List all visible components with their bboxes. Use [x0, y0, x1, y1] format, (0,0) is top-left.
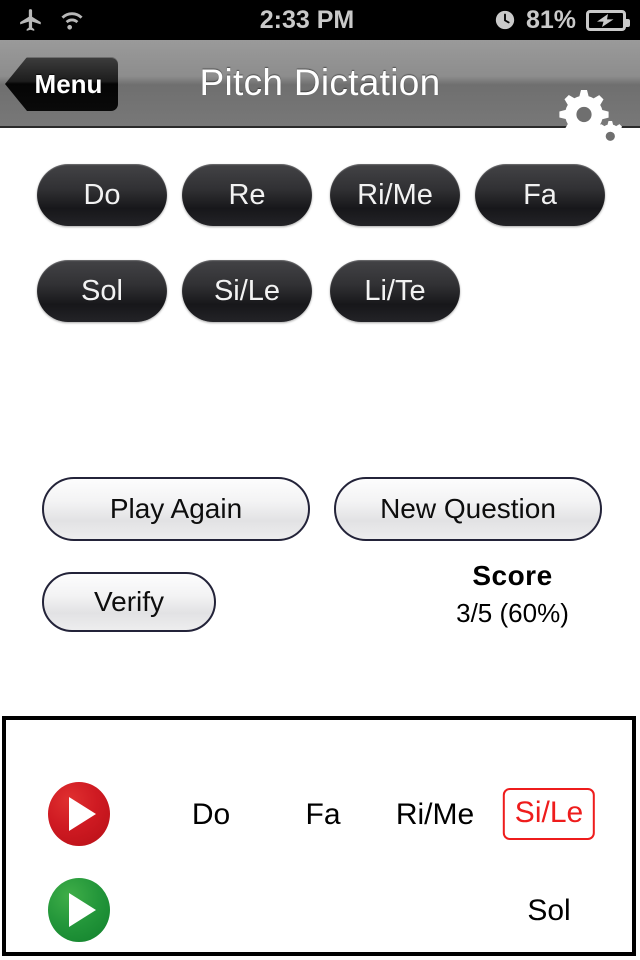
- answer-token-fa: Fa: [305, 798, 341, 831]
- solfege-button-ri-me[interactable]: Ri/Me: [330, 164, 460, 226]
- status-bar-time: 2:33 PM: [259, 5, 355, 34]
- score-title: Score: [472, 560, 553, 591]
- answer-token-si-le-incorrect: Si/Le: [502, 788, 596, 840]
- status-bar-right: 81%: [406, 6, 640, 35]
- answer-panel: Do Fa Ri/Me Si/Le Sol: [2, 716, 636, 956]
- battery-charging-icon: [586, 9, 630, 31]
- play-triangle-icon: [69, 797, 96, 831]
- solfege-label: Fa: [523, 178, 557, 211]
- alarm-clock-icon: [494, 9, 516, 31]
- solfege-label: Li/Te: [364, 274, 426, 307]
- play-triangle-icon: [69, 893, 96, 927]
- answer-token-do: Do: [191, 798, 231, 831]
- new-question-label: New Question: [380, 493, 556, 524]
- gears-icon[interactable]: [550, 86, 628, 151]
- play-again-label: Play Again: [109, 493, 243, 524]
- solfege-label: Si/Le: [213, 274, 281, 307]
- score-block: Score 3/5 (60%): [380, 560, 640, 629]
- score-value: 3/5 (60%): [456, 598, 569, 628]
- new-question-button[interactable]: New Question: [334, 477, 602, 541]
- solfege-label: Do: [83, 178, 121, 211]
- solfege-button-fa[interactable]: Fa: [475, 164, 605, 226]
- battery-percent-label: 81%: [525, 5, 576, 34]
- play-icon-red[interactable]: [48, 782, 110, 846]
- play-icon-green[interactable]: [48, 878, 110, 942]
- play-again-button[interactable]: Play Again: [42, 477, 310, 541]
- airplane-icon: [18, 7, 44, 33]
- solfege-label: Re: [228, 178, 266, 211]
- answer-token-ri-me: Ri/Me: [395, 798, 475, 831]
- solfege-button-si-le[interactable]: Si/Le: [182, 260, 312, 322]
- status-bar-left: [0, 7, 238, 33]
- status-bar: 2:33 PM 81%: [0, 0, 640, 40]
- answer-token-sol: Sol: [527, 894, 571, 927]
- verify-button[interactable]: Verify: [42, 572, 216, 632]
- wifi-icon: [58, 9, 86, 31]
- verify-label: Verify: [93, 586, 165, 617]
- solfege-button-re[interactable]: Re: [182, 164, 312, 226]
- solfege-button-sol[interactable]: Sol: [37, 260, 167, 322]
- solfege-button-do[interactable]: Do: [37, 164, 167, 226]
- navigation-bar: Menu Pitch Dictation: [0, 40, 640, 151]
- solfege-label: Sol: [81, 274, 123, 307]
- solfege-button-li-te[interactable]: Li/Te: [330, 260, 460, 322]
- page-title: Pitch Dictation: [199, 62, 441, 103]
- solfege-label: Ri/Me: [357, 178, 433, 211]
